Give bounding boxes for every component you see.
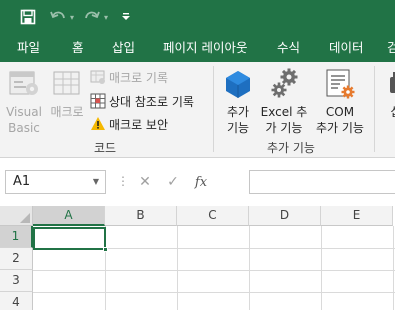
record-macro-button[interactable]: 매크로 기록 [90, 68, 168, 86]
undo-dropdown-icon[interactable]: ▾ [68, 7, 76, 27]
tab-review-partial[interactable]: 검 [387, 39, 395, 56]
toolbox-icon [379, 68, 395, 100]
column-header-a[interactable]: A [33, 206, 105, 226]
com-addins-label-2: 추가 기능 [316, 121, 364, 135]
macro-security-label: 매크로 보안 [109, 117, 169, 132]
macro-security-button[interactable]: 매크로 보안 [90, 115, 168, 133]
addins-label-1: 추가 [226, 105, 250, 119]
chevron-down-icon[interactable]: ▼ [93, 171, 99, 193]
relative-reference-label: 상대 참조로 기록 [109, 94, 194, 109]
insert-controls-button-partial[interactable]: 삽 [381, 68, 395, 120]
com-addins-label-1: COM [325, 105, 355, 119]
select-all-triangle-icon [20, 213, 30, 223]
formula-buttons: ✕ ✓ fx [131, 170, 249, 194]
visual-basic-icon [7, 68, 41, 100]
macros-label: 매크로 [50, 105, 84, 119]
tab-home[interactable]: 홈 [72, 39, 84, 56]
tab-insert[interactable]: 삽입 [112, 39, 135, 56]
com-addins-icon [323, 68, 357, 100]
relative-reference-icon [90, 93, 106, 109]
macros-button[interactable]: 매크로 [47, 68, 87, 120]
row-header-4[interactable]: 4 [0, 292, 33, 310]
visual-basic-button[interactable]: Visual Basic [4, 68, 44, 136]
insert-controls-label: 삽 [390, 104, 395, 120]
column-header-d[interactable]: D [249, 206, 321, 226]
addins-label-2: 기능 [226, 121, 250, 135]
name-box-value: A1 [13, 174, 31, 189]
group-separator [374, 66, 375, 152]
excel-addins-gear-icon [267, 68, 301, 100]
quick-access-toolbar: ▾ ▾ [0, 0, 395, 34]
enter-icon[interactable]: ✓ [159, 174, 187, 190]
fill-handle[interactable] [103, 247, 108, 252]
visual-basic-label-1: Visual [6, 105, 42, 119]
tab-file[interactable]: 파일 [17, 39, 40, 56]
record-macro-icon [90, 69, 106, 85]
tab-data[interactable]: 데이터 [329, 39, 364, 56]
excel-addins-label-2: 가 기능 [265, 121, 303, 135]
redo-dropdown-icon[interactable]: ▾ [102, 7, 110, 27]
cancel-icon[interactable]: ✕ [131, 174, 159, 190]
ribbon-tabs: 파일 홈 삽입 페이지 레이아웃 수식 데이터 검 [0, 34, 395, 62]
insert-function-button[interactable]: fx [187, 175, 215, 190]
column-gridline [321, 226, 322, 310]
column-gridline [177, 226, 178, 310]
tab-page-layout[interactable]: 페이지 레이아웃 [163, 39, 247, 56]
redo-icon[interactable] [84, 7, 100, 27]
macros-icon [50, 68, 84, 100]
row-gridline [33, 292, 395, 293]
group-label-code: 코드 [94, 141, 117, 155]
record-macro-label: 매크로 기록 [109, 70, 169, 85]
vertical-dots-icon[interactable]: ⋮ [117, 174, 129, 188]
customize-qat-icon[interactable] [120, 7, 132, 27]
addins-icon [221, 68, 255, 100]
row-header-3[interactable]: 3 [0, 270, 33, 292]
relative-reference-button[interactable]: 상대 참조로 기록 [90, 92, 194, 110]
tab-formulas[interactable]: 수식 [277, 39, 300, 56]
excel-addins-label-1: Excel 추 [260, 105, 308, 119]
warning-icon [90, 116, 106, 132]
row-header-2[interactable]: 2 [0, 248, 33, 270]
ribbon-developer: Visual Basic 매크로 매크로 기록 상대 참조로 기록 매크로 보안… [0, 62, 395, 158]
column-header-c[interactable]: C [177, 206, 249, 226]
row-header-1[interactable]: 1 [0, 226, 33, 248]
column-gridline [393, 226, 394, 310]
column-gridline [249, 226, 250, 310]
name-box[interactable]: A1 ▼ [5, 170, 106, 194]
com-addins-button[interactable]: COM 추가 기능 [312, 68, 368, 136]
addins-button[interactable]: 추가 기능 [220, 68, 256, 136]
group-separator [213, 66, 214, 152]
active-cell-a1[interactable] [33, 227, 106, 250]
group-label-addins: 추가 기능 [267, 141, 315, 155]
save-icon[interactable] [18, 7, 38, 27]
visual-basic-label-2: Basic [8, 121, 40, 135]
formula-bar: A1 ▼ ⋮ ✕ ✓ fx [0, 158, 395, 206]
select-all-button[interactable] [0, 206, 33, 226]
row-gridline [33, 270, 395, 271]
worksheet-grid: A B C D E 1 2 3 4 [0, 206, 395, 310]
column-header-b[interactable]: B [105, 206, 177, 226]
column-header-e[interactable]: E [321, 206, 393, 226]
undo-icon[interactable] [50, 7, 66, 27]
excel-addins-button[interactable]: Excel 추 가 기능 [258, 68, 310, 136]
formula-input[interactable] [249, 170, 395, 194]
